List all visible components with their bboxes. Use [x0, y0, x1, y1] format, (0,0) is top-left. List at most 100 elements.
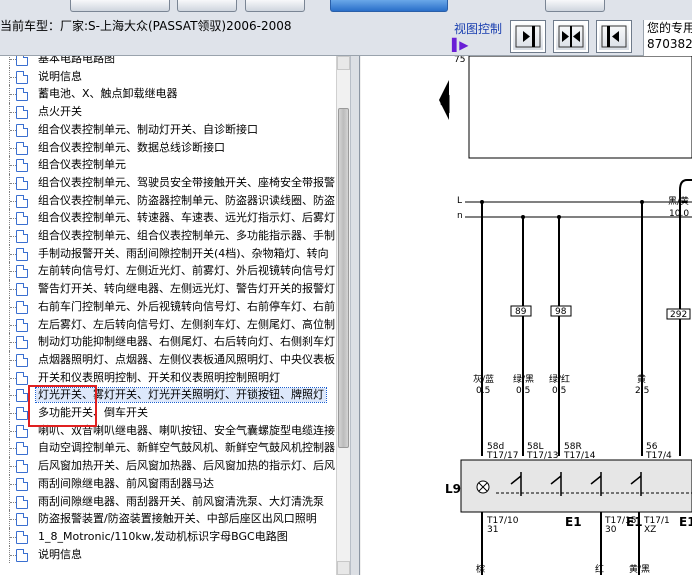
- tree-item[interactable]: 组合仪表控制单元、制动灯开关、自诊断接口: [0, 120, 336, 139]
- document-icon: [16, 460, 28, 474]
- tree-item[interactable]: 点烟器照明灯、点烟器、左侧仪表板通风照明灯、中央仪表板: [0, 350, 336, 369]
- tree-item[interactable]: 说明信息: [0, 545, 336, 564]
- tree-item-label: 1_8_Motronic/110kw,发动机标识字母BGC电路图: [38, 529, 288, 543]
- tree-item[interactable]: 雨刮间隙继电器、雨刮器开关、前风窗清洗泵、大灯清洗泵: [0, 492, 336, 511]
- tree-item[interactable]: 右前车门控制单元、外后视镜转向信号灯、右前停车灯、右前: [0, 297, 336, 316]
- pin-31: 31: [487, 525, 498, 535]
- component-e1-a: E1: [565, 515, 582, 529]
- tree-item[interactable]: 雨刮间隙继电器、前风窗雨刮器马达: [0, 474, 336, 493]
- scrollbar-thumb[interactable]: [338, 108, 349, 448]
- tree-item[interactable]: 组合仪表控制单元、转速器、车速表、远光灯指示灯、后雾灯: [0, 209, 336, 227]
- top-tab[interactable]: [545, 0, 605, 12]
- user-info-box: 您的专用 8703820: [643, 20, 692, 56]
- document-icon: [16, 336, 28, 350]
- document-icon: [16, 176, 28, 190]
- tree-item-label: 组合仪表控制单元: [38, 158, 126, 172]
- document-icon: [16, 230, 28, 243]
- align-left-icon: [601, 25, 627, 48]
- document-icon: [16, 477, 28, 491]
- document-icon: [16, 88, 28, 102]
- align-left-button[interactable]: [596, 20, 632, 53]
- tree-item-label: 组合仪表控制单元、组合仪表控制单元、多功能指示器、手制: [38, 229, 335, 242]
- document-icon: [16, 371, 28, 385]
- tree-item[interactable]: 制动灯功能抑制继电器、右侧尾灯、右后转向灯、右侧刹车灯: [0, 333, 336, 351]
- document-icon: [16, 353, 28, 367]
- wire-color-3: 绿/红: [549, 373, 570, 385]
- tree-item[interactable]: 组合仪表控制单元、组合仪表控制单元、多功能指示器、手制: [0, 227, 336, 245]
- tree-item[interactable]: 点火开关: [0, 103, 336, 121]
- tree-item-label: 雨刮间隙继电器、雨刮器开关、前风窗清洗泵、大灯清洗泵: [38, 494, 324, 508]
- wire-color-4: 黄: [637, 373, 646, 385]
- document-icon: [16, 212, 28, 226]
- document-icon: [16, 530, 28, 544]
- tree-scrollbar[interactable]: [336, 56, 350, 575]
- scroll-down-button[interactable]: [337, 561, 350, 575]
- tree-item[interactable]: 左后雾灯、左后转向信号灯、左侧刹车灯、左侧尾灯、高位制: [0, 315, 336, 334]
- tree-item[interactable]: 组合仪表控制单元、驾驶员安全带接触开关、座椅安全带报警: [0, 173, 336, 192]
- connector-292: 292: [670, 310, 687, 320]
- tree-item[interactable]: 组合仪表控制单元、防盗器控制单元、防盗器识读线圈、防盗: [0, 191, 336, 210]
- info-line-1: 您的专用: [647, 21, 692, 35]
- center-split-button[interactable]: [553, 20, 589, 53]
- document-icon: [16, 442, 28, 456]
- tree-item[interactable]: 1_8_Motronic/110kw,发动机标识字母BGC电路图: [0, 527, 336, 546]
- wire-color-2: 绿/黑: [513, 373, 534, 385]
- scroll-up-button[interactable]: [337, 56, 350, 70]
- tree-item-label: 基本电路电路图: [38, 56, 115, 65]
- tree-item-label: 说明信息: [38, 547, 82, 561]
- tree-item[interactable]: 警告灯开关、转向继电器、左侧远光灯、警告灯开关的报警灯: [0, 280, 336, 298]
- wiring-diagram: 75 L n 89 98 292 灰/蓝 0.5 绿/黑 0.5 绿/红 0.5…: [439, 56, 692, 575]
- diagram-header-frame: [468, 56, 692, 159]
- toolbar: 当前车型：厂家:S-上海大众(PASSAT领驭)2006-2008 视图控制 ▌…: [0, 0, 692, 56]
- align-right-button[interactable]: [510, 20, 546, 53]
- tree-item[interactable]: 左前转向信号灯、左侧近光灯、前雾灯、外后视镜转向信号灯: [0, 262, 336, 281]
- view-control-label: 视图控制: [454, 22, 503, 36]
- tree-item[interactable]: 后风窗加热开关、后风窗加热器、后风窗加热的指示灯、后风: [0, 457, 336, 475]
- connector-98: 98: [555, 307, 567, 317]
- document-icon: [16, 283, 28, 297]
- tree-item[interactable]: 蓄电池、X、触点卸载继电器: [0, 85, 336, 104]
- wiring-diagram-panel[interactable]: 75 L n 89 98 292 灰/蓝 0.5 绿/黑 0.5 绿/红 0.5…: [361, 56, 692, 575]
- tree-item[interactable]: 开关和仪表照明控制、开关和仪表照明控制照明灯: [0, 368, 336, 387]
- tree-item[interactable]: 多功能开关、倒车开关: [0, 404, 336, 422]
- tree-item-label: 右前车门控制单元、外后视镜转向信号灯、右前停车灯、右前: [38, 299, 335, 313]
- tree-item-label: 自动空调控制单元、新鲜空气鼓风机、新鲜空气鼓风机控制器: [38, 441, 335, 455]
- tree-item-label: 组合仪表控制单元、数据总线诊断接口: [38, 140, 225, 154]
- wire-color-5: 黑/黄: [668, 195, 689, 207]
- document-icon: [16, 159, 28, 173]
- bottom-wire-1: 棕: [476, 563, 485, 575]
- rail-label-n: n: [457, 211, 463, 221]
- rail-label-l: L: [457, 196, 462, 206]
- tree-item[interactable]: 防盗报警装置/防盗装置接触开关、中部后座区出风口照明: [0, 510, 336, 528]
- document-icon: [16, 56, 28, 66]
- tree-item[interactable]: 自动空调控制单元、新鲜空气鼓风机、新鲜空气鼓风机控制器: [0, 439, 336, 458]
- tree-item-label: 后风窗加热开关、后风窗加热器、后风窗加热的指示灯、后风: [38, 459, 335, 473]
- tree-item-label: 左前转向信号灯、左侧近光灯、前雾灯、外后视镜转向信号灯: [38, 264, 335, 278]
- top-tab[interactable]: [177, 0, 237, 12]
- tree-item[interactable]: 组合仪表控制单元: [0, 156, 336, 174]
- align-right-icon: [515, 25, 541, 48]
- document-tree[interactable]: 基本电路电路图 说明信息 蓄电池、X、触点卸载继电器 点火开关 组合仪表控制单元、制动灯…: [0, 56, 336, 575]
- pin-xz: XZ: [644, 525, 656, 535]
- tree-item[interactable]: 喇叭、双音喇叭继电器、喇叭按钮、安全气囊螺旋型电缆连接: [0, 421, 336, 440]
- light-switch-component: [460, 459, 692, 513]
- page-prev-arrow-icon[interactable]: [439, 80, 449, 120]
- tree-item[interactable]: 组合仪表控制单元、数据总线诊断接口: [0, 138, 336, 157]
- panel-splitter[interactable]: [350, 56, 360, 575]
- tree-item[interactable]: 手制动报警开关、雨刮间隙控制开关(4档)、杂物箱灯、转向: [0, 244, 336, 263]
- tree-item-label: 点火开关: [38, 105, 82, 119]
- document-icon: [16, 141, 28, 155]
- top-tab[interactable]: [70, 0, 170, 12]
- document-icon: [16, 318, 28, 332]
- tree-item[interactable]: 基本电路电路图: [0, 56, 336, 68]
- document-icon: [16, 548, 28, 562]
- tree-item-label: 制动灯功能抑制继电器、右侧尾灯、右后转向灯、右侧刹车灯: [38, 335, 335, 349]
- tree-item-label: 组合仪表控制单元、防盗器控制单元、防盗器识读线圈、防盗: [38, 193, 335, 207]
- wire-size-2: 0.5: [516, 386, 530, 396]
- tree-item-label: 灯光开关、雾灯开关、灯光开关照明灯、开锁按钮、牌照灯: [35, 387, 327, 404]
- top-tab[interactable]: [245, 0, 305, 12]
- top-tab-active[interactable]: [330, 0, 448, 12]
- tree-item[interactable]: 说明信息: [0, 67, 336, 86]
- tree-item[interactable]: 灯光开关、雾灯开关、灯光开关照明灯、开锁按钮、牌照灯: [0, 386, 336, 404]
- pin-30: 30: [605, 525, 617, 535]
